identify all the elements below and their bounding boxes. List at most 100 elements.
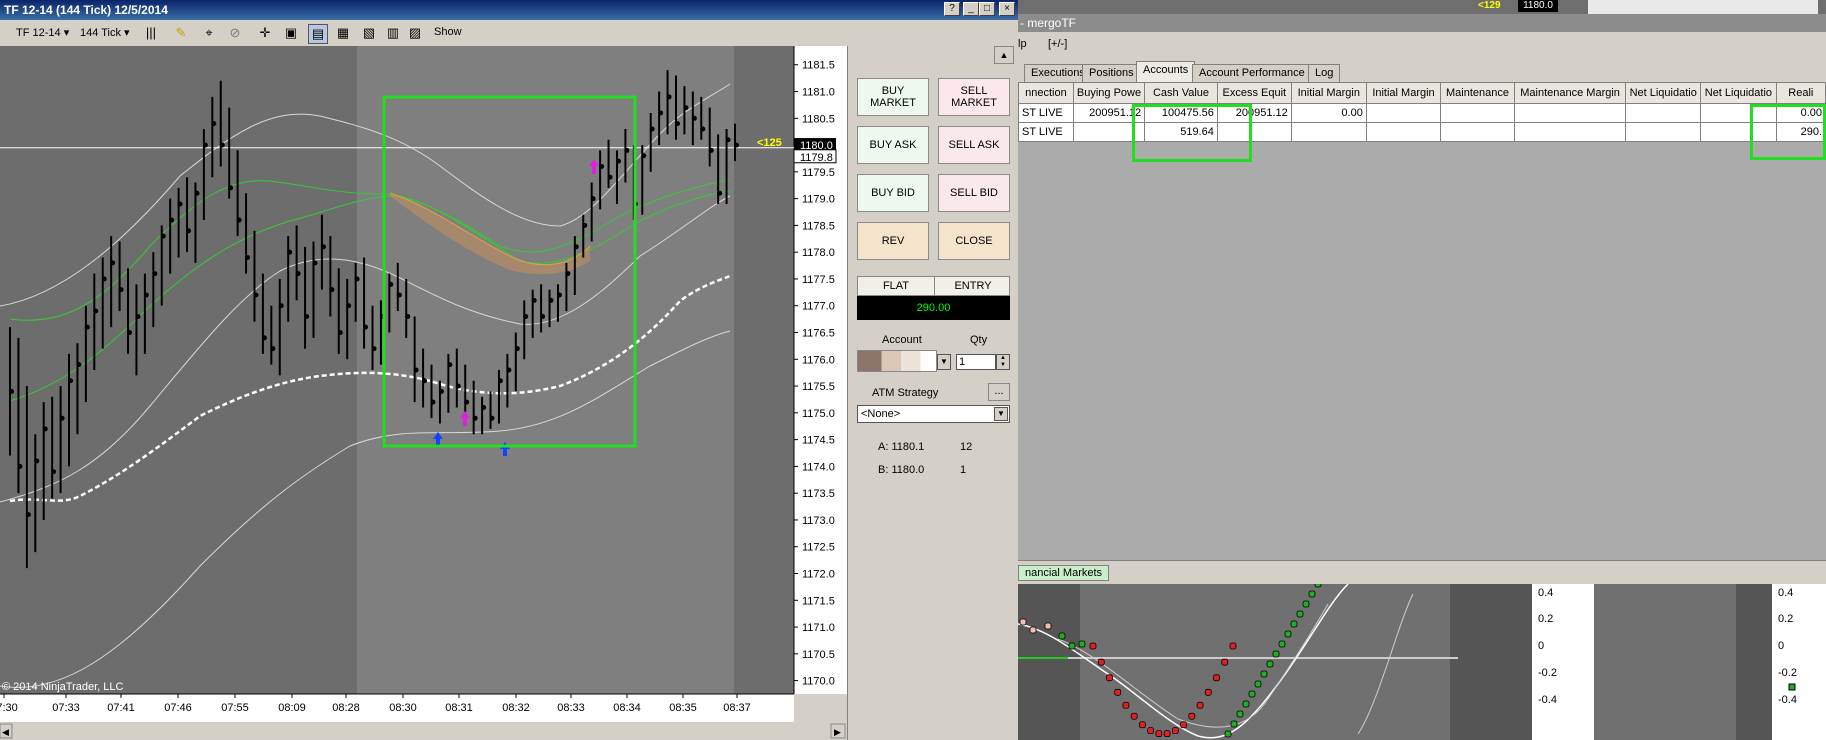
close-position-button[interactable]: CLOSE bbox=[938, 222, 1010, 260]
time-tick-label: 08:28 bbox=[332, 702, 360, 714]
price-bar-close bbox=[354, 276, 360, 282]
properties-icon[interactable]: ▨ bbox=[406, 24, 424, 42]
time-tick-label: 07:30 bbox=[0, 702, 18, 714]
column-header[interactable]: Initial Margin bbox=[1290, 82, 1367, 104]
menu-expand[interactable]: [+/-] bbox=[1048, 38, 1067, 50]
price-bar-close bbox=[717, 190, 723, 196]
price-bar-close bbox=[447, 362, 453, 368]
column-header[interactable]: Reali bbox=[1775, 82, 1826, 104]
buy-ask-button[interactable]: BUY ASK bbox=[857, 126, 929, 164]
oscillator-dot bbox=[1266, 660, 1274, 668]
price-tick-label: 1173.0 bbox=[802, 515, 835, 527]
column-header[interactable]: Buying Powe bbox=[1072, 82, 1146, 104]
buy-bid-button[interactable]: BUY BID bbox=[857, 174, 929, 212]
price-chart[interactable]: 1181.51181.01180.51180.01179.51179.01178… bbox=[0, 46, 847, 740]
pencil-icon[interactable]: ✎ bbox=[172, 24, 190, 42]
tab-accounts[interactable]: Accounts bbox=[1136, 61, 1196, 82]
price-bar-close bbox=[304, 313, 310, 319]
oscillator-dot bbox=[1254, 680, 1262, 688]
oscillator-dot bbox=[1130, 712, 1138, 720]
column-header[interactable]: Cash Value bbox=[1144, 82, 1218, 104]
osc-bg-left bbox=[1018, 584, 1080, 740]
table-cell bbox=[1365, 103, 1442, 123]
account-selector[interactable] bbox=[857, 350, 937, 372]
control-center-title-bar[interactable]: - mergoTF bbox=[1018, 14, 1826, 32]
show-button[interactable]: Show bbox=[434, 26, 462, 38]
price-bar-close bbox=[615, 158, 621, 164]
column-header[interactable]: Initial Margin bbox=[1365, 82, 1442, 104]
tab-financial-markets[interactable]: nancial Markets bbox=[1018, 565, 1110, 581]
sell-ask-button[interactable]: SELL ASK bbox=[938, 126, 1010, 164]
price-bar-close bbox=[430, 399, 436, 405]
last-price-label-box: 1180.0 1179.8 bbox=[793, 138, 837, 164]
data-box-icon[interactable]: ▥ bbox=[384, 24, 402, 42]
table-cell bbox=[1365, 122, 1442, 142]
tab-account-performance[interactable]: Account Performance bbox=[1192, 64, 1312, 82]
crosshair-icon[interactable]: ✛ bbox=[256, 24, 274, 42]
maximize-icon[interactable]: □ bbox=[979, 2, 995, 16]
copyright-text: © 2014 NinjaTrader, LLC bbox=[2, 681, 123, 693]
column-header[interactable]: Excess Equit bbox=[1216, 82, 1292, 104]
quantity-stepper[interactable]: ▲ ▼ bbox=[996, 354, 1010, 370]
column-header[interactable]: Maintenance bbox=[1440, 82, 1515, 104]
sell-bid-button[interactable]: SELL BID bbox=[938, 174, 1010, 212]
price-bar-close bbox=[396, 292, 402, 298]
strategies-icon[interactable]: ▦ bbox=[334, 24, 352, 42]
price-bar-close bbox=[691, 115, 697, 121]
oscillator-tick-label: 0.4 bbox=[1538, 587, 1553, 599]
price-bar-close bbox=[25, 512, 31, 518]
oscillator-tick-label: 0.2 bbox=[1778, 613, 1793, 625]
oscillator-dot bbox=[1221, 658, 1229, 666]
bar-type-icon[interactable]: ||| bbox=[142, 24, 160, 42]
buy-market-button[interactable]: BUY MARKET bbox=[857, 78, 929, 116]
price-bar-close bbox=[489, 415, 495, 421]
instrument-selector[interactable]: TF 12-14 ▾ bbox=[16, 26, 69, 39]
collapse-panel-button[interactable]: ▲ bbox=[994, 46, 1014, 64]
chevron-up-icon: ▲ bbox=[1000, 355, 1006, 361]
price-bar-close bbox=[93, 308, 99, 314]
reverse-button[interactable]: REV bbox=[857, 222, 929, 260]
price-bar-close bbox=[607, 174, 613, 180]
chart-style-icon[interactable]: ▧ bbox=[360, 24, 378, 42]
sell-market-button[interactable]: SELL MARKET bbox=[938, 78, 1010, 116]
bid-price: B: 1180.0 bbox=[878, 464, 925, 476]
column-header[interactable]: Net Liquidatio bbox=[1625, 82, 1702, 104]
atm-strategy-label: ATM Strategy bbox=[872, 387, 939, 399]
control-center-title: - mergoTF bbox=[1020, 16, 1077, 30]
pin-icon[interactable]: ⊘ bbox=[226, 24, 244, 42]
triangle-up-icon: ▲ bbox=[999, 50, 1009, 60]
column-header[interactable]: nnection bbox=[1018, 82, 1074, 104]
tab-positions[interactable]: Positions bbox=[1082, 64, 1141, 82]
table-cell bbox=[1513, 103, 1627, 123]
magnet-icon[interactable]: ⌖ bbox=[200, 24, 218, 42]
oscillator-dot bbox=[1029, 626, 1037, 634]
price-bar-close bbox=[211, 121, 217, 127]
oscillator-dot bbox=[1230, 720, 1238, 728]
menu-help[interactable]: lp bbox=[1018, 38, 1027, 50]
price-bar-close bbox=[481, 404, 487, 410]
column-header[interactable]: Maintenance Margin bbox=[1513, 82, 1627, 104]
price-bar-close bbox=[228, 185, 234, 191]
price-bar-close bbox=[160, 233, 166, 239]
time-tick-label: 08:33 bbox=[557, 702, 585, 714]
indicators-icon[interactable]: ▤ bbox=[308, 24, 328, 44]
price-bar-close bbox=[472, 415, 478, 421]
chart-title-bar[interactable]: TF 12-14 (144 Tick) 12/5/2014 ? _ □ × bbox=[0, 0, 1018, 20]
realized-highlight bbox=[1750, 104, 1826, 160]
tab-log[interactable]: Log bbox=[1308, 64, 1341, 82]
lower-tab-strip: nancial Markets bbox=[1018, 560, 1826, 585]
interval-selector[interactable]: 144 Tick ▾ bbox=[80, 26, 130, 39]
horizontal-scrollbar[interactable] bbox=[0, 722, 847, 740]
quantity-input[interactable] bbox=[956, 354, 996, 370]
close-icon[interactable]: × bbox=[999, 2, 1015, 16]
price-bar-close bbox=[219, 142, 225, 148]
osc-bg-right-dark bbox=[1736, 584, 1772, 740]
atm-more-button[interactable]: ... bbox=[988, 383, 1010, 401]
atm-strategy-select[interactable]: <None> ▼ bbox=[857, 405, 1010, 423]
zoom-icon[interactable]: ▣ bbox=[282, 24, 300, 42]
price-tick-label: 1176.5 bbox=[802, 328, 835, 340]
column-header[interactable]: Net Liquidatio bbox=[1700, 82, 1777, 104]
help-icon[interactable]: ? bbox=[944, 2, 960, 16]
minimize-icon[interactable]: _ bbox=[963, 2, 979, 16]
account-dropdown-button[interactable]: ▼ bbox=[937, 354, 951, 370]
